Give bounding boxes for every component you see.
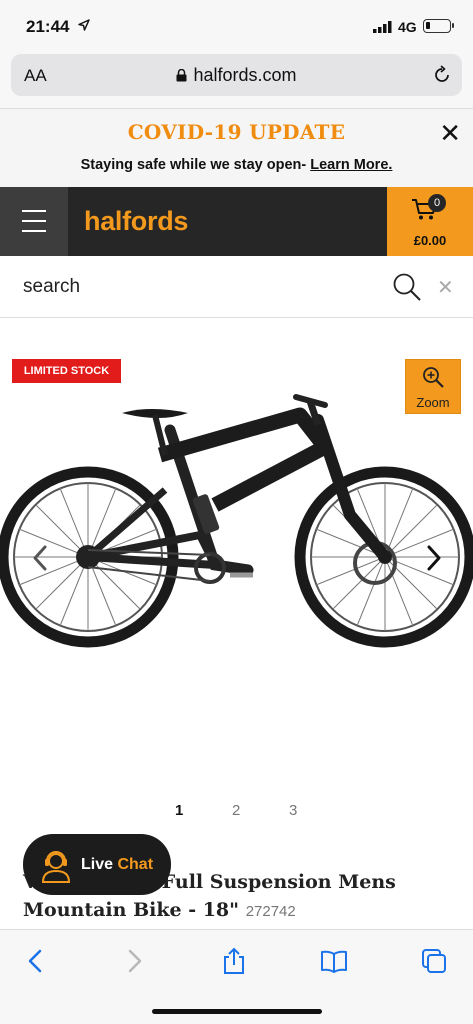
- live-chat-button[interactable]: Live Chat: [23, 834, 171, 895]
- live-chat-label-1: Live: [81, 856, 114, 873]
- network-type: 4G: [398, 19, 417, 35]
- live-chat-label: Live Chat: [81, 856, 153, 874]
- product-image[interactable]: [0, 385, 473, 670]
- product-code: 272742: [245, 903, 296, 920]
- search-bar: ✕: [0, 256, 473, 318]
- clear-search-icon[interactable]: ✕: [437, 275, 454, 300]
- live-chat-label-2: Chat: [117, 856, 154, 873]
- page-indicator-1[interactable]: 1: [175, 802, 183, 819]
- search-icon[interactable]: [392, 272, 422, 302]
- covid-banner: COVID-19 UPDATE Staying safe while we st…: [0, 108, 473, 187]
- bookmarks-icon[interactable]: [320, 947, 348, 975]
- reload-icon[interactable]: [432, 65, 452, 85]
- image-pagination: 1 2 3: [0, 802, 473, 822]
- browser-address-area: AA halfords.com: [0, 50, 473, 108]
- hamburger-line: [22, 220, 46, 222]
- menu-button[interactable]: [0, 187, 68, 256]
- lock-icon: [176, 69, 187, 82]
- page-indicator-2[interactable]: 2: [232, 802, 240, 819]
- hamburger-menu-icon: [22, 210, 46, 212]
- url-text: halfords.com: [193, 65, 297, 85]
- covid-banner-title: COVID-19 UPDATE: [127, 120, 346, 144]
- basket-total: £0.00: [413, 233, 447, 248]
- halfords-logo[interactable]: halfords: [84, 206, 188, 237]
- address-bar[interactable]: AA halfords.com: [11, 54, 462, 96]
- covid-banner-text: Staying safe while we stay open-: [80, 157, 307, 173]
- forward-arrow-icon[interactable]: [120, 947, 148, 975]
- close-icon[interactable]: ✕: [439, 120, 461, 146]
- status-bar: 21:44 4G: [0, 0, 473, 50]
- learn-more-link[interactable]: Learn More.: [310, 157, 392, 173]
- url-display[interactable]: halfords.com: [11, 65, 462, 86]
- home-indicator: [152, 1009, 322, 1014]
- basket-button[interactable]: 0 £0.00: [387, 187, 473, 256]
- tabs-icon[interactable]: [420, 947, 448, 975]
- covid-banner-message: Staying safe while we stay open- Learn M…: [0, 157, 473, 173]
- page-indicator-3[interactable]: 3: [289, 802, 297, 819]
- battery-icon: [423, 19, 454, 33]
- location-arrow-icon: [78, 19, 90, 31]
- limited-stock-badge: LIMITED STOCK: [12, 359, 121, 383]
- share-icon[interactable]: [220, 947, 248, 975]
- basket-count-badge: 0: [428, 194, 446, 212]
- chevron-left-icon[interactable]: [30, 544, 50, 572]
- headset-agent-icon: [41, 851, 71, 883]
- hamburger-line: [22, 230, 46, 232]
- back-arrow-icon[interactable]: [22, 947, 50, 975]
- search-input[interactable]: [23, 274, 363, 300]
- status-time: 21:44: [26, 17, 70, 36]
- signal-icon: [373, 21, 392, 33]
- chevron-right-icon[interactable]: [424, 544, 444, 572]
- site-header: halfords 0 £0.00: [0, 187, 473, 256]
